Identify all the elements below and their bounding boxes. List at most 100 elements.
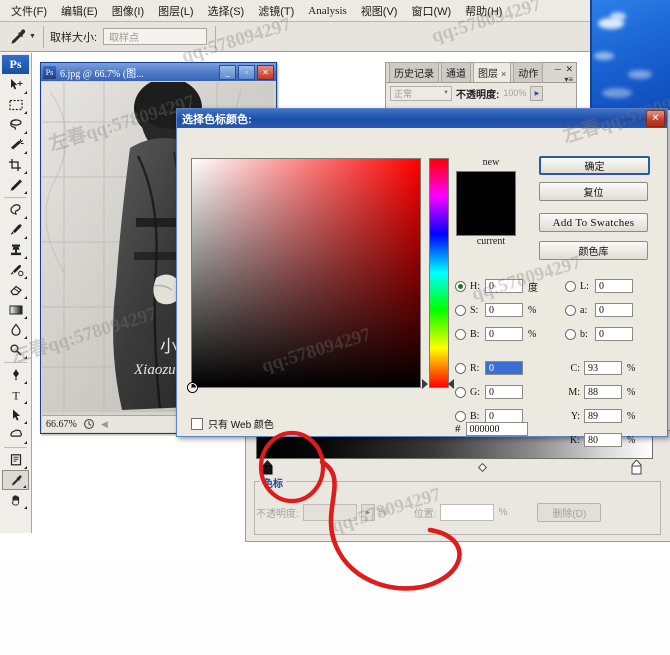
tool-crop[interactable]	[2, 155, 29, 175]
menu-item-select[interactable]: 选择(S)	[201, 3, 252, 19]
menu-item-window[interactable]: 窗口(W)	[404, 3, 458, 19]
sample-size-select[interactable]: 取样点	[103, 28, 208, 45]
field-hue[interactable]: H: 0 度	[455, 278, 538, 294]
green-input[interactable]: 0	[485, 385, 523, 399]
gradient-midpoint-marker[interactable]	[477, 459, 488, 473]
color-picker-title-bar[interactable]: 选择色标颜色: ✕	[177, 109, 667, 128]
tool-move[interactable]	[2, 75, 29, 95]
menu-item-view[interactable]: 视图(V)	[354, 3, 405, 19]
field-magenta[interactable]: M: 88 %	[565, 384, 635, 400]
tool-shape[interactable]	[2, 425, 29, 445]
tool-eyedropper[interactable]	[2, 470, 29, 490]
field-lab-a[interactable]: a: 0	[565, 302, 633, 318]
web-colors-only-checkbox[interactable]: 只有 Web 颜色	[191, 416, 274, 431]
zoom-level[interactable]: 66.67%	[46, 419, 77, 430]
tool-gradient[interactable]	[2, 300, 29, 320]
minimize-button[interactable]: _	[219, 64, 236, 80]
tab-channels[interactable]: 通道	[441, 62, 471, 82]
field-green[interactable]: G: 0	[455, 384, 523, 400]
radio-brightness-icon[interactable]	[455, 328, 466, 340]
field-black[interactable]: K: 80 %	[565, 432, 635, 448]
brightness-input[interactable]: 0	[485, 327, 523, 341]
close-icon[interactable]: ×	[501, 69, 506, 79]
sv-cursor-ring[interactable]	[188, 383, 197, 392]
tool-slice[interactable]	[2, 175, 29, 195]
stop-opacity-input[interactable]	[302, 504, 357, 521]
radio-lab-b-icon[interactable]	[565, 328, 576, 340]
tool-clone-stamp[interactable]	[2, 240, 29, 260]
tool-type[interactable]: T	[2, 385, 29, 405]
radio-saturation-icon[interactable]	[455, 304, 466, 316]
cyan-input[interactable]: 93	[584, 361, 622, 375]
blue-input[interactable]: 0	[485, 409, 523, 423]
menu-item-help[interactable]: 帮助(H)	[458, 3, 509, 19]
tool-magic-wand[interactable]	[2, 135, 29, 155]
radio-green-icon[interactable]	[455, 386, 466, 398]
tab-actions[interactable]: 动作	[513, 62, 544, 82]
field-lab-l[interactable]: L: 0	[565, 278, 633, 294]
menu-item-layer[interactable]: 图层(L)	[151, 3, 200, 19]
black-input[interactable]: 80	[584, 433, 622, 447]
tool-healing-brush[interactable]	[2, 200, 29, 220]
tool-brush[interactable]	[2, 220, 29, 240]
ok-button[interactable]: 确定	[539, 156, 650, 175]
tool-dodge[interactable]	[2, 340, 29, 360]
red-input[interactable]: 0	[485, 361, 523, 375]
lab-a-input[interactable]: 0	[595, 303, 633, 317]
tool-pen[interactable]	[2, 365, 29, 385]
radio-lab-a-icon[interactable]	[565, 304, 576, 316]
tool-marquee[interactable]	[2, 95, 29, 115]
radio-hue-icon[interactable]	[455, 280, 466, 292]
hue-slider[interactable]	[429, 158, 449, 388]
stop-opacity-chevron-icon[interactable]: ▶	[360, 504, 375, 521]
lab-l-input[interactable]: 0	[595, 279, 633, 293]
opacity-chevron-icon[interactable]: ▶	[530, 85, 544, 101]
saturation-input[interactable]: 0	[485, 303, 523, 317]
hue-input[interactable]: 0	[485, 279, 523, 293]
menu-item-filter[interactable]: 滤镜(T)	[251, 3, 301, 19]
tool-history-brush[interactable]	[2, 260, 29, 280]
tool-hand[interactable]	[2, 490, 29, 510]
panel-close-icon[interactable]: ─ ✕	[555, 64, 574, 75]
close-button[interactable]: ✕	[257, 64, 274, 80]
radio-blue-icon[interactable]	[455, 410, 466, 422]
document-title-bar[interactable]: Ps 6.jpg @ 66.7% (图... _ ▫ ✕	[41, 63, 276, 81]
reset-button[interactable]: 复位	[539, 182, 648, 201]
tool-blur[interactable]	[2, 320, 29, 340]
field-saturation[interactable]: S: 0 %	[455, 302, 536, 318]
menu-item-file[interactable]: 文件(F)	[4, 3, 54, 19]
maximize-button[interactable]: ▫	[238, 64, 255, 80]
tab-history[interactable]: 历史记录	[389, 62, 439, 82]
field-yellow[interactable]: Y: 89 %	[565, 408, 635, 424]
panel-menu-icon[interactable]: ▾≡	[564, 75, 573, 84]
color-libraries-button[interactable]: 颜色库	[539, 241, 648, 260]
menu-item-edit[interactable]: 编辑(E)	[54, 3, 105, 19]
yellow-input[interactable]: 89	[584, 409, 622, 423]
blend-mode-select[interactable]: 正常 ▼	[390, 85, 452, 101]
hex-input[interactable]: 000000	[465, 422, 528, 436]
gradient-color-stop-right[interactable]	[629, 459, 644, 476]
checkbox-icon[interactable]	[191, 417, 203, 430]
delete-stop-button[interactable]: 删除(D)	[537, 503, 602, 522]
gradient-color-stop-left[interactable]	[260, 460, 275, 476]
field-brightness[interactable]: B: 0 %	[455, 326, 536, 342]
field-red[interactable]: R: 0	[455, 360, 523, 376]
color-swatch-preview[interactable]	[456, 171, 516, 236]
tab-layers[interactable]: 图层 ×	[473, 62, 512, 82]
stop-location-input[interactable]	[440, 504, 495, 521]
status-chevron-icon[interactable]: ◀	[101, 419, 108, 430]
radio-lab-l-icon[interactable]	[565, 280, 576, 292]
radio-red-icon[interactable]	[455, 362, 466, 374]
field-lab-b[interactable]: b: 0	[565, 326, 633, 342]
saturation-brightness-field[interactable]	[188, 158, 421, 392]
tool-lasso[interactable]	[2, 115, 29, 135]
lab-b-input[interactable]: 0	[595, 327, 633, 341]
tool-path-selection[interactable]	[2, 405, 29, 425]
add-to-swatches-button[interactable]: Add To Swatches	[539, 213, 648, 232]
tool-eraser[interactable]	[2, 280, 29, 300]
tool-preset-chevron-down-icon[interactable]: ▼	[28, 27, 37, 47]
close-icon[interactable]: ✕	[646, 110, 665, 127]
opacity-value[interactable]: 100%	[503, 88, 526, 98]
tool-notes[interactable]	[2, 450, 29, 470]
menu-item-analysis[interactable]: Analysis	[301, 5, 354, 17]
